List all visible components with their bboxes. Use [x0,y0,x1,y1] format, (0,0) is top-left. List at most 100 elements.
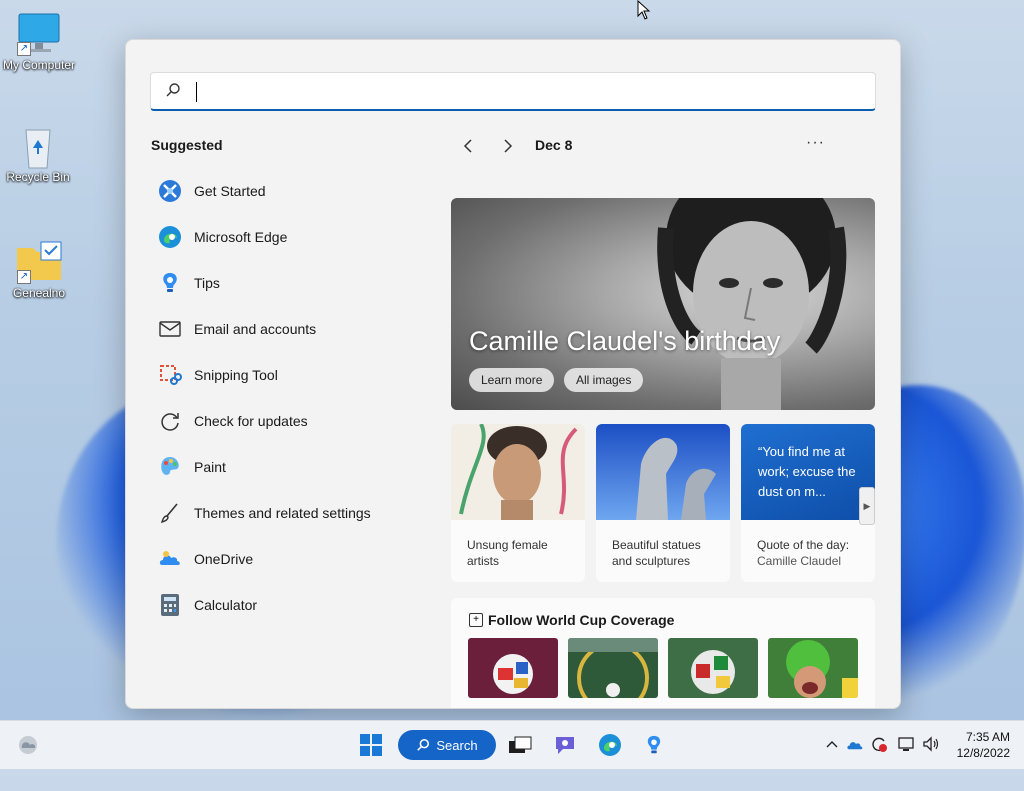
tips-icon [647,735,661,754]
chevron-up-icon [826,741,838,748]
all-images-button[interactable]: All images [564,368,644,392]
suggested-heading: Suggested [151,137,223,153]
portrait-image [657,198,847,410]
app-label: Get Started [194,183,266,199]
calculator-icon [158,593,182,617]
app-label: Snipping Tool [194,367,278,383]
app-tips[interactable]: Tips [158,260,418,306]
world-cup-image-4 [768,638,858,698]
paint-icon [158,455,182,479]
recycle-bin-icon [14,124,62,169]
speaker-icon [923,736,939,752]
volume-tray-button[interactable] [922,735,940,753]
clock-date: 12/8/2022 [956,746,1010,760]
widgets-button[interactable] [14,731,42,759]
windows-logo-icon [360,734,382,756]
mouse-cursor-icon [637,0,651,25]
shortcut-arrow-icon: ↗ [17,270,31,284]
app-paint[interactable]: Paint [158,444,418,490]
task-view-button[interactable] [506,731,534,759]
world-cup-image-2 [568,638,658,698]
app-label: Paint [194,459,226,475]
desktop-icon-recycle-bin[interactable]: Recycle Bin [0,124,78,184]
add-icon: + [469,613,483,627]
desktop-icon-genealno[interactable]: ↗ Genealno [0,240,79,300]
artist-portrait-thumbnail [451,424,585,520]
suggested-app-list: Get Started Microsoft Edge Tips Email an… [158,168,418,628]
app-label: Themes and related settings [194,505,371,521]
search-input[interactable] [221,77,845,105]
search-icon [417,738,430,751]
onedrive-icon [158,547,182,571]
teams-chat-icon [556,737,574,754]
show-hidden-icons-button[interactable] [823,735,841,753]
world-cup-image-3 [668,638,758,698]
edge-taskbar-button[interactable] [596,731,624,759]
app-label: Email and accounts [194,321,317,337]
monitor-icon: ↗ [15,12,63,56]
card-caption: Beautiful statues and sculptures [612,538,701,568]
next-day-button[interactable] [498,136,518,156]
world-cup-section[interactable]: + Follow World Cup Coverage [451,598,875,708]
chevron-right-icon [498,136,518,156]
taskbar-search-label: Search [436,737,478,753]
update-tray-button[interactable] [870,735,888,753]
taskbar-search-button[interactable]: Search [398,730,496,760]
start-button[interactable] [357,731,385,759]
taskbar-clock[interactable]: 7:35 AM 12/8/2022 [957,729,1010,761]
app-label: OneDrive [194,551,254,567]
more-options-button[interactable]: ··· [806,134,825,152]
snipping-tool-icon [158,363,182,387]
app-label: Microsoft Edge [194,229,288,245]
card-statues-and-sculptures[interactable]: Beautiful statues and sculptures [596,424,730,582]
cards-scroll-right-button[interactable]: ▶ [859,487,875,525]
update-alert-icon [872,737,887,752]
task-view-icon [509,736,532,753]
hero-highlight-card[interactable]: Camille Claudel's birthday Learn more Al… [451,198,875,410]
app-snipping-tool[interactable]: Snipping Tool [158,352,418,398]
card-quote-of-the-day[interactable]: “You find me at work; excuse the dust on… [741,424,875,582]
tips-taskbar-button[interactable] [640,731,668,759]
app-email-and-accounts[interactable]: Email and accounts [158,306,418,352]
highlights-date: Dec 8 [535,137,573,153]
world-cup-title: Follow World Cup Coverage [488,612,675,628]
onedrive-tray-button[interactable] [846,735,864,753]
app-themes-and-related-settings[interactable]: Themes and related settings [158,490,418,536]
taskbar: Search 7:35 AM 12/8/2022 [0,720,1024,769]
chevron-left-icon [458,136,478,156]
weather-icon [19,736,37,754]
brush-icon [158,501,182,525]
app-label: Tips [194,275,220,291]
start-search-box[interactable] [150,72,876,111]
text-caret [196,82,197,102]
card-caption: Quote of the day: Camille Claudel [757,538,850,568]
desktop-icon-label: Genealno [12,286,66,300]
edge-icon [599,734,621,756]
chat-button[interactable] [551,731,579,759]
tips-icon [158,271,182,295]
folder-icon: ↗ [15,240,63,284]
shortcut-arrow-icon: ↗ [17,42,31,56]
previous-day-button[interactable] [458,136,478,156]
card-unsung-female-artists[interactable]: Unsung female artists [451,424,585,582]
desktop-icon-my-computer[interactable]: ↗ My Computer [0,12,79,72]
network-tray-button[interactable] [898,735,916,753]
app-label: Calculator [194,597,258,613]
network-icon [898,737,914,751]
app-onedrive[interactable]: OneDrive [158,536,418,582]
refresh-icon [158,409,182,433]
quote-text: “You find me at work; excuse the dust on… [741,424,875,520]
start-menu: Suggested Get Started Microsoft Edge Tip… [125,39,901,709]
cloud-icon [847,742,863,750]
card-caption: Unsung female artists [467,538,548,568]
app-get-started[interactable]: Get Started [158,168,418,214]
desktop-icon-label: Recycle Bin [6,170,70,184]
app-calculator[interactable]: Calculator [158,582,418,628]
learn-more-button[interactable]: Learn more [469,368,555,392]
app-check-for-updates[interactable]: Check for updates [158,398,418,444]
mail-icon [158,317,182,341]
app-microsoft-edge[interactable]: Microsoft Edge [158,214,418,260]
kelpies-sculpture-thumbnail [596,424,730,520]
clock-time: 7:35 AM [965,730,1010,744]
app-label: Check for updates [194,413,308,429]
